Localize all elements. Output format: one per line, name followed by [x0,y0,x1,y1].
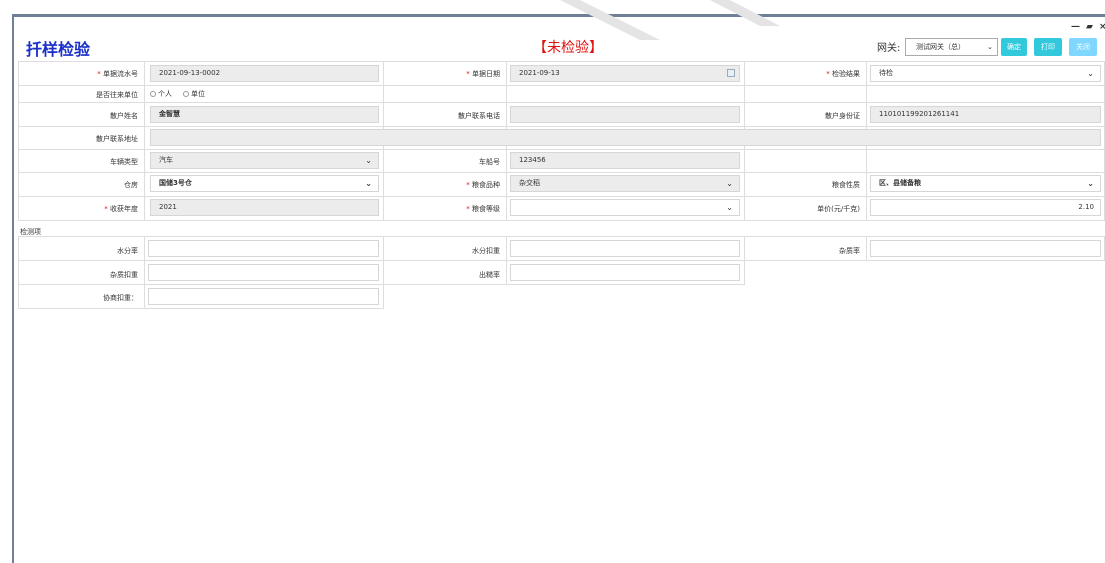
grain-type-label: * 粮食品种 [466,181,500,189]
agreed-deduct-label: 协商扣重： [103,294,138,302]
chevron-down-icon: ⌄ [365,179,372,188]
grain-grade-select[interactable]: ⌄ [510,199,740,216]
is-unit-label: 是否往来单位 [96,91,138,99]
moisture-deduct-label: 水分扣重 [472,247,500,255]
window-left-border [12,14,14,563]
vehicle-type-select[interactable]: 汽车 ⌄ [150,152,379,169]
grid-line [866,236,867,260]
agreed-deduct-input[interactable] [148,288,379,305]
grid-line [18,61,19,220]
moisture-input[interactable] [148,240,379,257]
doc-no-field[interactable]: 2021-09-13-0002 [150,65,379,82]
grain-type-select[interactable]: 杂交稻 ⌄ [510,175,740,192]
grid-line [18,284,745,285]
plate-field[interactable]: 123456 [510,152,740,169]
farmer-id-label: 散户身份证 [825,112,860,120]
farmer-name-field[interactable]: 金智慧 [150,106,379,123]
result-label: * 检验结果 [826,70,860,78]
calendar-icon[interactable] [727,69,735,77]
chevron-down-icon: ⌄ [726,203,733,212]
impurity-deduct-input[interactable] [148,264,379,281]
confirm-button[interactable]: 确定 [1001,38,1027,56]
close-window-icon[interactable]: × [1099,22,1105,32]
yield-label: 出糙率 [479,271,500,279]
moisture-label: 水分率 [117,247,138,255]
chevron-down-icon: ⌄ [726,179,733,188]
gateway-select[interactable]: 测试网关（总） ⌄ [905,38,998,56]
grid-line [18,196,1105,197]
grid-line [18,172,1105,173]
watermark-graphic [560,0,780,40]
result-select[interactable]: 待检 ⌄ [870,65,1101,82]
price-label: 单价(元/千克) [817,205,860,213]
print-button[interactable]: 打印 [1034,38,1062,56]
grain-grade-label: * 粮食等级 [466,205,500,213]
doc-date-field[interactable]: 2021-09-13 [510,65,740,82]
harvest-year-field[interactable]: 2021 [150,199,379,216]
doc-no-label: * 单据流水号 [97,70,138,78]
doc-date-label: * 单据日期 [466,70,500,78]
farmer-phone-label: 散户联系电话 [458,112,500,120]
chevron-down-icon: ⌄ [1087,69,1094,78]
grid-line [18,61,1105,62]
warehouse-select[interactable]: 国储3号仓 ⌄ [150,175,379,192]
chevron-down-icon: ⌄ [365,156,372,165]
grid-line [18,149,1105,150]
yield-input[interactable] [510,264,740,281]
restore-icon[interactable]: ▰ [1086,22,1093,32]
minimize-icon[interactable]: — [1071,22,1080,32]
farmer-address-label: 散户联系地址 [96,135,138,143]
vehicle-type-label: 车辆类型 [110,158,138,166]
grain-nature-select[interactable]: 区、县储备粮 ⌄ [870,175,1101,192]
harvest-year-label: * 收获年度 [104,205,138,213]
farmer-phone-field[interactable] [510,106,740,123]
chevron-down-icon: ⌄ [987,43,993,51]
status-text: 【未检验】 [533,40,603,56]
grid-line [18,236,19,308]
page-title: 扦样检验 [26,40,91,59]
grid-line [144,61,145,220]
farmer-id-field[interactable]: 110101199201261141 [870,106,1101,123]
gateway-value: 测试网关（总） [916,43,965,51]
grid-line [18,308,384,309]
grid-line [144,236,145,308]
farmer-address-field[interactable] [150,129,1101,146]
warehouse-label: 仓房 [124,181,138,189]
close-button[interactable]: 关闭 [1069,38,1097,56]
grid-line [18,126,1105,127]
grid-line [18,220,1105,221]
impurity-input[interactable] [870,240,1101,257]
grid-line [18,85,1105,86]
price-field[interactable]: 2.10 [870,199,1101,216]
farmer-name-label: 散户姓名 [110,112,138,120]
gateway-label: 网关: [877,43,901,54]
grid-line [18,236,1105,237]
chevron-down-icon: ⌄ [1087,179,1094,188]
plate-label: 车船号 [479,158,500,166]
grid-line [18,260,1105,261]
impurity-deduct-label: 杂质扣重 [110,271,138,279]
grid-line [506,236,507,284]
grain-nature-label: 粮食性质 [832,181,860,189]
impurity-label: 杂质率 [839,247,860,255]
grid-line [18,102,1105,103]
radio-personal[interactable]: 个人 [150,89,172,99]
radio-unit[interactable]: 单位 [183,89,205,99]
grid-line [744,236,745,284]
moisture-deduct-input[interactable] [510,240,740,257]
grid-line [383,236,384,308]
